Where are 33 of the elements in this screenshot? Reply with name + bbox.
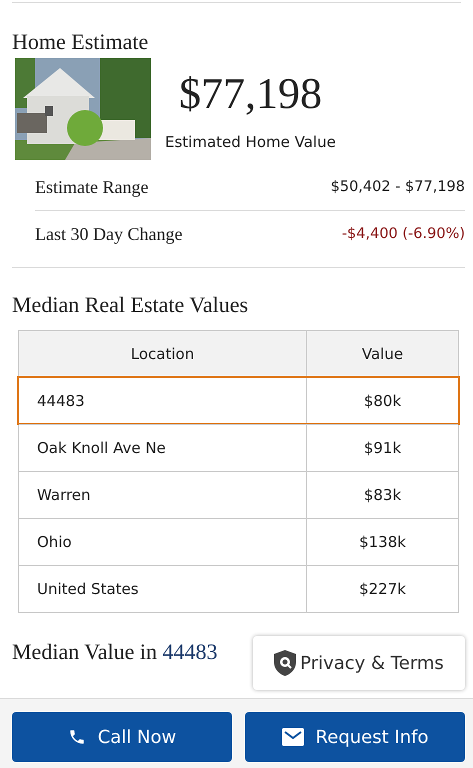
table-row[interactable]: 44483 $80k <box>19 377 458 424</box>
privacy-label: Privacy & Terms <box>300 652 444 674</box>
table-row[interactable]: Warren $83k <box>19 471 458 518</box>
section-heading: Median Value in 44483 <box>12 639 218 665</box>
table-cell: Warren <box>19 472 307 518</box>
table-cell-text: $227k <box>358 579 407 600</box>
table-cell: 44483 <box>19 378 307 424</box>
row-value: $50,402 - $77,198 <box>330 179 465 195</box>
phone-icon <box>68 728 86 746</box>
table-cell-text: $80k <box>362 391 402 412</box>
table-cell: United States <box>19 566 307 612</box>
section-heading: Median Real Estate Values <box>12 292 248 318</box>
row-label: Last 30 Day Change <box>35 224 182 244</box>
shield-icon <box>274 650 296 676</box>
row-value: -$4,400 (-6.90%) <box>342 226 465 242</box>
column-header: Location <box>19 331 307 377</box>
table-cell: Ohio <box>19 519 307 565</box>
price-caption: Estimated Home Value <box>165 133 336 151</box>
table-cell-text: $138k <box>358 532 407 553</box>
row-label: Estimate Range <box>35 176 148 198</box>
estimated-price: $77,198 <box>179 68 322 119</box>
column-header: Value <box>307 331 458 377</box>
table-cell: Oak Knoll Ave Ne <box>19 425 307 471</box>
envelope-icon <box>282 728 304 746</box>
call-button[interactable]: Call Now <box>12 712 232 762</box>
privacy-badge[interactable]: Privacy & Terms <box>253 636 465 690</box>
request-button[interactable]: Request Info <box>245 712 465 762</box>
table-cell-text: $83k <box>362 485 402 506</box>
table-row[interactable]: Oak Knoll Ave Ne $91k <box>19 424 458 471</box>
section-heading: Home Estimate <box>12 29 148 55</box>
table-cell-text: $91k <box>362 438 402 459</box>
table-row[interactable]: United States $227k <box>19 565 458 612</box>
table-row[interactable]: Ohio $138k <box>19 518 458 565</box>
